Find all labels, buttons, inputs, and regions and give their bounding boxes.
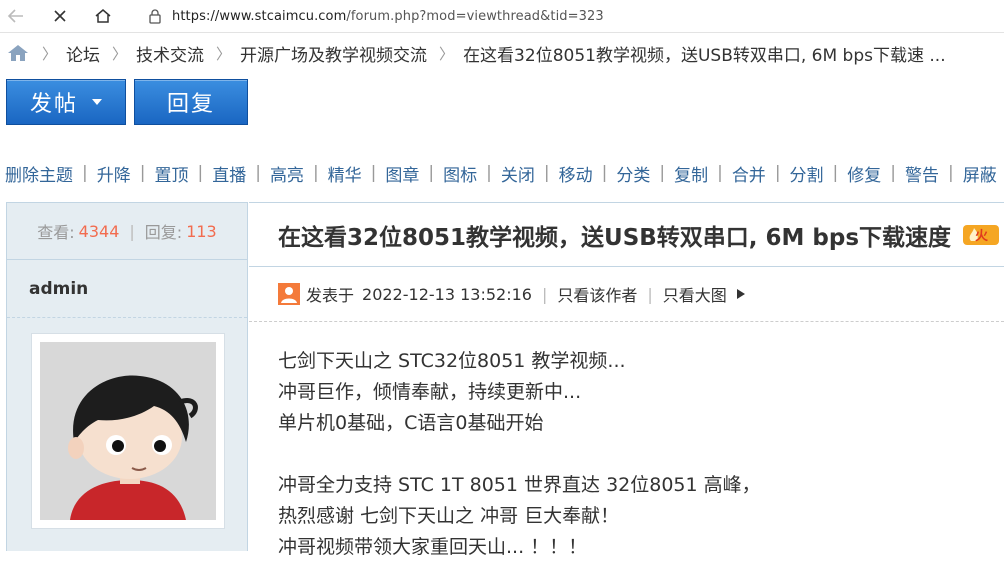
breadcrumb-separator: 〉	[112, 44, 128, 63]
play-triangle-icon[interactable]	[736, 288, 746, 300]
divider: |	[129, 221, 135, 241]
divider: |	[312, 163, 319, 183]
breadcrumb-current-thread[interactable]: 在这看32位8051教学视频，送USB转双串口, 6M bps下载速 ...	[463, 41, 946, 66]
thread-stats: 查看: 4344 | 回复: 113	[7, 203, 247, 260]
mod-ban[interactable]: 屏蔽	[963, 161, 997, 186]
breadcrumb-separator: 〉	[439, 44, 455, 63]
mod-delete-thread[interactable]: 删除主题	[5, 161, 73, 186]
divider: |	[428, 163, 435, 183]
back-button[interactable]	[3, 4, 29, 28]
divider: |	[774, 163, 781, 183]
posted-at: 2022-12-13 13:52:16	[362, 284, 532, 304]
divider: |	[139, 163, 146, 183]
content-line: 热烈感谢 七剑下天山之 冲哥 巨大奉献！	[278, 505, 620, 527]
breadcrumb-separator: 〉	[216, 44, 232, 63]
post-meta-row: 发表于 2022-12-13 13:52:16 | 只看该作者 | 只看大图	[249, 267, 1004, 322]
divider: |	[717, 163, 723, 183]
mod-copy[interactable]: 复制	[674, 161, 708, 186]
reply-label: 回复	[166, 92, 215, 117]
breadcrumb-open-source[interactable]: 开源广场及教学视频交流	[240, 41, 427, 66]
divider: |	[255, 163, 261, 183]
views-label: 查看:	[37, 223, 75, 242]
avatar[interactable]	[40, 342, 216, 520]
divider: |	[659, 163, 666, 183]
divider: |	[948, 163, 954, 183]
mod-category[interactable]: 分类	[616, 161, 650, 186]
new-post-label: 发帖	[29, 92, 78, 117]
address-bar[interactable]: https://www.stcaimcu.com/forum.php?mod=v…	[140, 3, 1000, 29]
content-line: 七剑下天山之 STC32位8051 教学视频...	[278, 350, 626, 372]
hot-fire-icon: 火	[963, 224, 1000, 245]
mod-merge[interactable]: 合并	[732, 161, 766, 186]
dropdown-caret-icon	[92, 99, 102, 105]
home-icon[interactable]	[6, 43, 30, 63]
mod-sticky[interactable]: 置顶	[154, 161, 188, 186]
mod-highlight[interactable]: 高亮	[270, 161, 304, 186]
mod-stamp[interactable]: 图章	[385, 161, 419, 186]
content-line: 单片机0基础，C语言0基础开始	[278, 412, 544, 434]
content-line: 冲哥视频带领大家重回天山... ！！！	[278, 536, 588, 558]
user-avatar-small-icon	[278, 283, 300, 305]
views-count: 4344	[78, 221, 120, 241]
home-icon	[95, 9, 111, 23]
reply-button[interactable]: 回复	[134, 79, 248, 125]
thread-title: 在这看32位8051教学视频，送USB转双串口, 6M bps下载速度	[278, 224, 952, 251]
author-name-row: admin	[7, 260, 247, 318]
divider: |	[486, 163, 492, 183]
breadcrumb-tech-exchange[interactable]: 技术交流	[136, 41, 204, 66]
posted-prefix: 发表于	[306, 286, 355, 305]
replies-count: 113	[186, 221, 217, 241]
url-text: https://www.stcaimcu.com/forum.php?mod=v…	[172, 9, 604, 24]
divider: |	[601, 163, 608, 183]
post-content: 七剑下天山之 STC32位8051 教学视频... 冲哥巨作，倾情奉献，持续更新…	[249, 322, 1004, 563]
mod-move[interactable]: 移动	[559, 161, 593, 186]
divider: |	[832, 163, 839, 183]
view-big-image-link[interactable]: 只看大图	[663, 282, 727, 306]
url-path: /forum.php?mod=viewthread&tid=323	[346, 8, 604, 24]
content-paragraph: 七剑下天山之 STC32位8051 教学视频... 冲哥巨作，倾情奉献，持续更新…	[278, 346, 1004, 439]
divider: |	[82, 163, 88, 183]
mod-warn[interactable]: 警告	[905, 161, 939, 186]
close-tab-button[interactable]	[47, 4, 73, 28]
replies-label: 回复:	[144, 223, 183, 242]
divider: |	[541, 284, 548, 304]
mod-live[interactable]: 直播	[212, 161, 246, 186]
breadcrumb-forum[interactable]: 论坛	[66, 41, 100, 66]
mod-digest[interactable]: 精华	[328, 161, 362, 186]
mod-icon[interactable]: 图标	[443, 161, 477, 186]
avatar-cartoon-icon	[40, 342, 216, 520]
thread-title-row: 在这看32位8051教学视频，送USB转双串口, 6M bps下载速度 火	[249, 203, 1004, 267]
divider: |	[890, 163, 897, 183]
content-line: 冲哥全力支持 STC 1T 8051 世界直达 32位8051 高峰，	[278, 474, 761, 496]
post-author-sidebar: 查看: 4344 | 回复: 113 admin	[6, 202, 248, 551]
content-line: 冲哥巨作，倾情奉献，持续更新中...	[278, 381, 582, 403]
post-main: 在这看32位8051教学视频，送USB转双串口, 6M bps下载速度 火 发表…	[249, 202, 1004, 558]
new-post-button[interactable]: 发帖	[6, 79, 126, 125]
divider: |	[197, 163, 204, 183]
back-arrow-icon	[7, 9, 23, 23]
mod-split[interactable]: 分割	[790, 161, 824, 186]
mod-bump[interactable]: 升降	[97, 161, 131, 186]
divider: |	[370, 163, 377, 183]
author-name[interactable]: admin	[29, 279, 88, 299]
divider: |	[543, 163, 550, 183]
breadcrumb-separator: 〉	[42, 44, 58, 63]
breadcrumb: 〉 论坛 〉 技术交流 〉 开源广场及教学视频交流 〉 在这看32位8051教学…	[6, 38, 946, 68]
mod-close[interactable]: 关闭	[501, 161, 535, 186]
divider: |	[647, 284, 653, 304]
moderator-toolbar: 删除主题 | 升降 | 置顶 | 直播 | 高亮 | 精华 | 图章 | 图标 | 关闭 | 移动…	[0, 158, 997, 188]
avatar-frame	[31, 333, 225, 529]
browser-toolbar: https://www.stcaimcu.com/forum.php?mod=v…	[0, 0, 1004, 33]
only-author-link[interactable]: 只看该作者	[557, 282, 637, 306]
home-button[interactable]	[90, 4, 116, 28]
url-host: https://www.stcaimcu.com	[172, 8, 347, 24]
lock-icon	[149, 9, 161, 24]
close-icon	[54, 10, 66, 22]
mod-repair[interactable]: 修复	[847, 161, 881, 186]
content-paragraph: 冲哥全力支持 STC 1T 8051 世界直达 32位8051 高峰， 热烈感谢…	[278, 470, 1004, 563]
svg-text:火: 火	[975, 229, 989, 244]
